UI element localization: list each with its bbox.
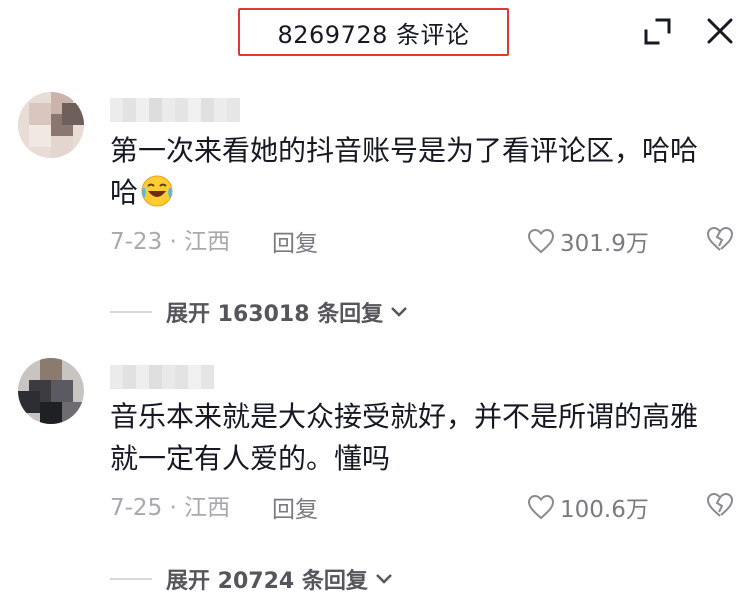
reply-button[interactable]: 回复 (272, 490, 318, 524)
chevron-down-icon (391, 307, 408, 317)
expand-replies-button[interactable]: 展开 20724 条回复 (110, 563, 394, 595)
heart-icon (527, 228, 555, 254)
comments-panel: 8269728 条评论 第一次来看她的抖音账号是为了看评论区，哈哈哈 7-23 … (0, 0, 743, 603)
expand-replies-button[interactable]: 展开 163018 条回复 (110, 296, 409, 328)
date-location: 7-23 · 江西 (110, 229, 231, 255)
username-blurred[interactable] (110, 98, 240, 122)
heart-icon (527, 494, 555, 520)
comment-body: 音乐本来就是大众接受就好，并不是所谓的高雅就一定有人爱的。懂吗 (110, 400, 699, 475)
comment-text: 第一次来看她的抖音账号是为了看评论区，哈哈哈 (110, 130, 720, 214)
like-button[interactable]: 301.9万 (527, 224, 649, 258)
avatar[interactable] (18, 92, 84, 158)
chevron-down-icon (375, 574, 392, 584)
username-blurred[interactable] (110, 365, 220, 389)
expand-replies-label: 展开 163018 条回复 (166, 302, 384, 327)
like-button[interactable]: 100.6万 (527, 490, 649, 524)
like-count: 100.6万 (560, 497, 649, 523)
laughing-crying-emoji-icon (141, 175, 173, 207)
comment-text: 音乐本来就是大众接受就好，并不是所谓的高雅就一定有人爱的。懂吗 (110, 396, 720, 480)
divider-line (110, 578, 152, 580)
reply-button[interactable]: 回复 (272, 224, 318, 258)
comment-count-highlight: 8269728 条评论 (238, 8, 509, 56)
expand-replies-label: 展开 20724 条回复 (166, 569, 368, 594)
comment-body: 第一次来看她的抖音账号是为了看评论区，哈哈哈 (110, 134, 699, 209)
like-count: 301.9万 (560, 231, 649, 257)
close-icon[interactable] (705, 16, 735, 46)
date-location: 7-25 · 江西 (110, 495, 231, 521)
comment-count-title: 8269728 条评论 (277, 20, 470, 49)
expand-icon[interactable] (642, 16, 672, 46)
broken-heart-icon[interactable] (706, 492, 734, 518)
avatar[interactable] (18, 358, 84, 424)
broken-heart-icon[interactable] (706, 226, 734, 252)
divider-line (110, 311, 152, 313)
